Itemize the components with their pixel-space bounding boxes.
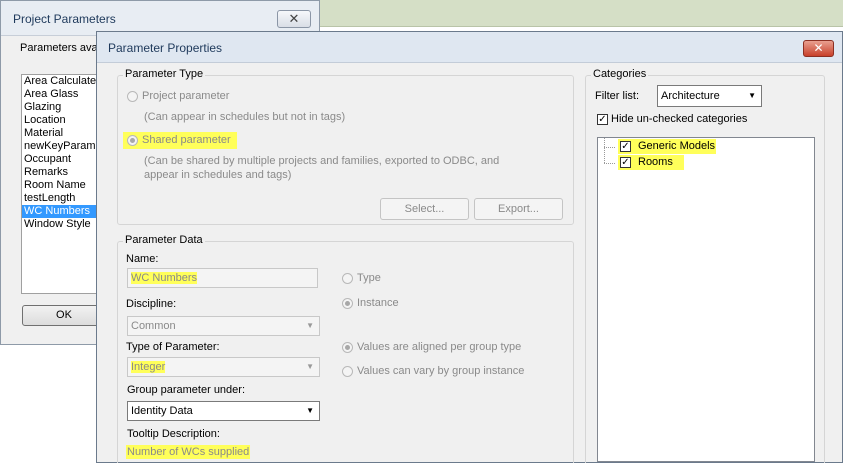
- values-vary-radio[interactable]: [342, 366, 353, 377]
- group-parameter-dropdown[interactable]: Identity Data ▼: [127, 401, 320, 421]
- tree-connector: [604, 138, 605, 163]
- chevron-down-icon: ▼: [306, 406, 314, 415]
- values-vary-label: Values can vary by group instance: [357, 365, 525, 377]
- discipline-value: Common: [131, 320, 176, 332]
- parameter-type-legend: Parameter Type: [123, 68, 206, 80]
- shared-parameter-radio[interactable]: [127, 135, 138, 146]
- categories-group: Categories Filter list: Architecture ▼ ✓…: [585, 68, 825, 463]
- project-parameters-title: Project Parameters: [13, 12, 116, 26]
- tooltip-description-label: Tooltip Description:: [127, 428, 220, 440]
- values-aligned-label: Values are aligned per group type: [357, 341, 522, 353]
- categories-tree[interactable]: ✓ Generic Models ✓ Rooms: [597, 137, 815, 462]
- shared-parameter-desc-line1: (Can be shared by multiple projects and …: [144, 155, 500, 167]
- filter-list-label: Filter list:: [595, 90, 639, 102]
- project-parameter-desc: (Can appear in schedules but not in tags…: [144, 111, 346, 123]
- background-window-strip: [318, 0, 843, 27]
- project-parameter-label: Project parameter: [142, 90, 230, 102]
- hide-unchecked-checkbox[interactable]: ✓: [597, 114, 608, 125]
- type-label: Type: [357, 272, 381, 284]
- type-radio[interactable]: [342, 273, 353, 284]
- instance-radio[interactable]: [342, 298, 353, 309]
- type-of-parameter-label: Type of Parameter:: [126, 341, 220, 353]
- generic-models-checkbox[interactable]: ✓: [620, 141, 631, 152]
- export-button[interactable]: Export...: [474, 198, 563, 220]
- close-icon[interactable]: ✕: [277, 10, 311, 28]
- instance-label: Instance: [357, 297, 399, 309]
- list-item[interactable]: Material: [22, 127, 100, 140]
- list-item[interactable]: Remarks: [22, 166, 100, 179]
- discipline-label: Discipline:: [126, 298, 177, 310]
- list-item[interactable]: Area Calculated: [22, 75, 100, 88]
- parameter-data-legend: Parameter Data: [123, 234, 205, 246]
- discipline-dropdown[interactable]: Common ▼: [127, 316, 320, 336]
- parameter-properties-title: Parameter Properties: [108, 41, 223, 55]
- parameter-data-group: Parameter Data Name: WC Numbers Type Ins…: [117, 234, 574, 463]
- name-input[interactable]: WC Numbers: [127, 268, 318, 288]
- list-item[interactable]: Occupant: [22, 153, 100, 166]
- name-value: WC Numbers: [131, 272, 198, 284]
- chevron-down-icon: ▼: [306, 321, 314, 330]
- list-item[interactable]: Glazing: [22, 101, 100, 114]
- chevron-down-icon: ▼: [748, 91, 756, 100]
- tree-connector: [604, 147, 615, 148]
- close-icon[interactable]: ✕: [803, 40, 834, 57]
- list-item[interactable]: Area Glass: [22, 88, 100, 101]
- parameters-available-label: Parameters ava: [20, 42, 98, 54]
- list-item[interactable]: Room Name: [22, 179, 100, 192]
- select-button[interactable]: Select...: [380, 198, 469, 220]
- parameter-properties-titlebar: Parameter Properties ✕: [97, 32, 842, 63]
- rooms-label: Rooms: [638, 156, 673, 168]
- group-parameter-label: Group parameter under:: [127, 384, 246, 396]
- chevron-down-icon: ▼: [306, 362, 314, 371]
- shared-parameter-label: Shared parameter: [142, 134, 231, 146]
- shared-parameter-desc-line2: appear in schedules and tags): [144, 169, 292, 181]
- filter-list-value: Architecture: [661, 90, 720, 102]
- ok-button[interactable]: OK: [22, 305, 106, 326]
- values-aligned-radio[interactable]: [342, 342, 353, 353]
- list-item[interactable]: Window Style: [22, 218, 100, 231]
- parameters-list[interactable]: Area Calculated Area Glass Glazing Locat…: [21, 74, 101, 294]
- type-of-parameter-value: Integer: [131, 361, 166, 373]
- hide-unchecked-label: Hide un-checked categories: [611, 113, 748, 125]
- rooms-checkbox[interactable]: ✓: [620, 157, 631, 168]
- tree-connector: [604, 163, 615, 164]
- generic-models-label: Generic Models: [638, 140, 716, 152]
- name-label: Name:: [126, 253, 159, 265]
- list-item[interactable]: newKeyParam: [22, 140, 100, 153]
- categories-legend: Categories: [591, 68, 649, 80]
- project-parameter-radio[interactable]: [127, 91, 138, 102]
- list-item[interactable]: Location: [22, 114, 100, 127]
- parameter-type-group: Parameter Type Project parameter (Can ap…: [117, 68, 574, 225]
- parameter-properties-dialog: Parameter Properties ✕ Parameter Type Pr…: [96, 31, 843, 463]
- type-of-parameter-dropdown[interactable]: Integer ▼: [127, 357, 320, 377]
- tooltip-description-value[interactable]: Number of WCs supplied: [126, 445, 251, 459]
- filter-list-dropdown[interactable]: Architecture ▼: [657, 85, 762, 107]
- list-item-selected[interactable]: WC Numbers: [22, 205, 100, 218]
- list-item[interactable]: testLength: [22, 192, 100, 205]
- group-parameter-value: Identity Data: [131, 405, 193, 417]
